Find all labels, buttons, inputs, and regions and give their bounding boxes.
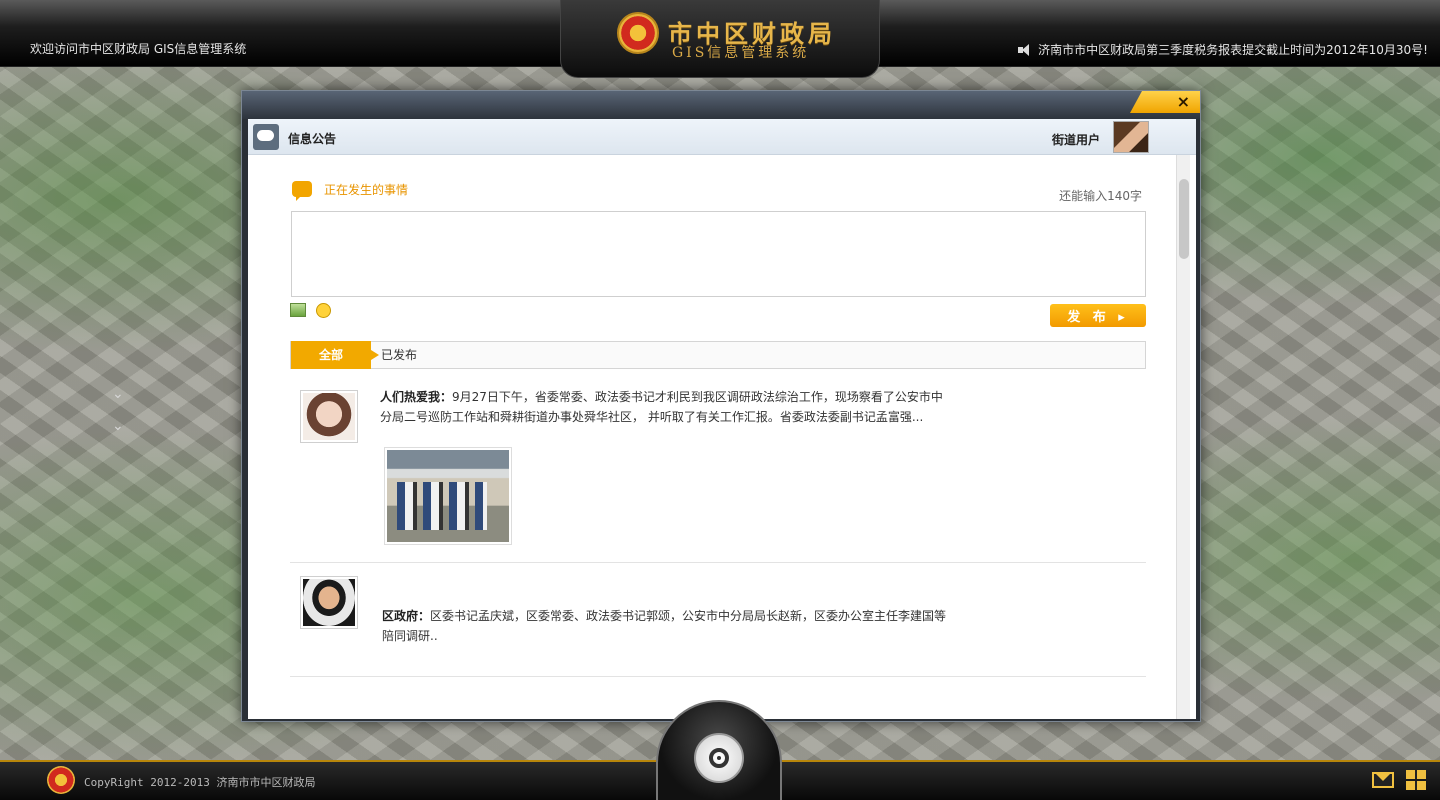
compose-textarea[interactable] xyxy=(291,211,1146,297)
insert-image-icon[interactable] xyxy=(290,303,306,317)
tab-all[interactable]: 全部 xyxy=(291,341,379,369)
tab-published[interactable]: 已发布 xyxy=(381,342,417,368)
publish-button[interactable]: 发 布 ▸ xyxy=(1050,304,1146,327)
close-icon[interactable]: × xyxy=(1177,92,1190,111)
speech-icon xyxy=(292,181,312,201)
user-avatar[interactable] xyxy=(1113,121,1149,153)
dialog-titlebar xyxy=(242,91,1200,119)
chat-bubble-icon xyxy=(253,124,279,150)
logo-subtitle: GIS信息管理系统 xyxy=(672,45,810,61)
mail-icon[interactable] xyxy=(1372,772,1394,788)
post-body: 区委书记孟庆斌，区委常委、政法委书记郭颂，公安市中分局局长赵新，区委办公室主任李… xyxy=(382,609,947,643)
panel-header: 信息公告 街道用户 xyxy=(248,119,1196,155)
top-header-bar: 欢迎访问市中区财政局 GIS信息管理系统 市中区财政局 GIS信息管理系统 济南… xyxy=(0,0,1440,78)
target-locate-button[interactable] xyxy=(694,733,744,783)
post-item: 区政府：区委书记孟庆斌，区委常委、政法委书记郭颂，公安市中分局局长赵新，区委办公… xyxy=(382,606,952,646)
copyright-text: CopyRight 2012-2013 济南市市中区财政局 xyxy=(84,776,316,789)
scrollbar[interactable] xyxy=(1176,155,1190,719)
avatar-photo xyxy=(303,579,355,626)
post-avatar[interactable] xyxy=(300,576,358,629)
post-author[interactable]: 人们热爱我： xyxy=(380,390,452,404)
speaker-icon xyxy=(1018,43,1032,56)
post-body: 9月27日下午，省委常委、政法委书记才利民到我区调研政法综治工作，现场察看了公安… xyxy=(380,390,943,424)
notice-text: 济南市市中区财政局第三季度税务报表提交截止时间为2012年10月30号! xyxy=(1038,43,1428,57)
post-image[interactable] xyxy=(384,447,512,545)
post-author[interactable]: 区政府： xyxy=(382,609,430,623)
welcome-text: 欢迎访问市中区财政局 GIS信息管理系统 xyxy=(30,42,247,56)
char-count: 还能输入140字 xyxy=(1059,189,1142,203)
grid-menu-icon[interactable] xyxy=(1406,770,1426,790)
scroll-thumb[interactable] xyxy=(1179,179,1189,259)
map-chevron-down-icon: ⌄ xyxy=(112,418,124,434)
post-photo xyxy=(387,450,509,542)
post-divider xyxy=(290,562,1146,563)
compose-title: 正在发生的事情 xyxy=(324,183,409,197)
map-chevron-down-icon: ⌄ xyxy=(112,386,124,402)
avatar-photo xyxy=(303,393,355,440)
post-avatar[interactable] xyxy=(300,390,358,443)
dialog-panel: 信息公告 街道用户 正在发生的事情 还能输入140字 发 布 ▸ 全部 已发布 … xyxy=(248,119,1196,719)
post-divider xyxy=(290,676,1146,677)
filter-tabs: 全部 已发布 xyxy=(290,341,1146,369)
close-tab[interactable]: × xyxy=(1130,91,1200,113)
notice-ticker[interactable]: 济南市市中区财政局第三季度税务报表提交截止时间为2012年10月30号! xyxy=(1018,41,1428,58)
panel-title: 信息公告 xyxy=(288,132,337,146)
info-dialog: × 信息公告 街道用户 正在发生的事情 还能输入140字 发 布 ▸ 全部 已发… xyxy=(241,90,1201,722)
national-emblem-icon xyxy=(617,12,659,54)
footer-emblem-icon xyxy=(47,766,75,794)
post-item: 人们热爱我：9月27日下午，省委常委、政法委书记才利民到我区调研政法综治工作，现… xyxy=(380,387,950,427)
emoji-icon[interactable] xyxy=(316,303,331,318)
user-label: 街道用户 xyxy=(1051,133,1100,147)
